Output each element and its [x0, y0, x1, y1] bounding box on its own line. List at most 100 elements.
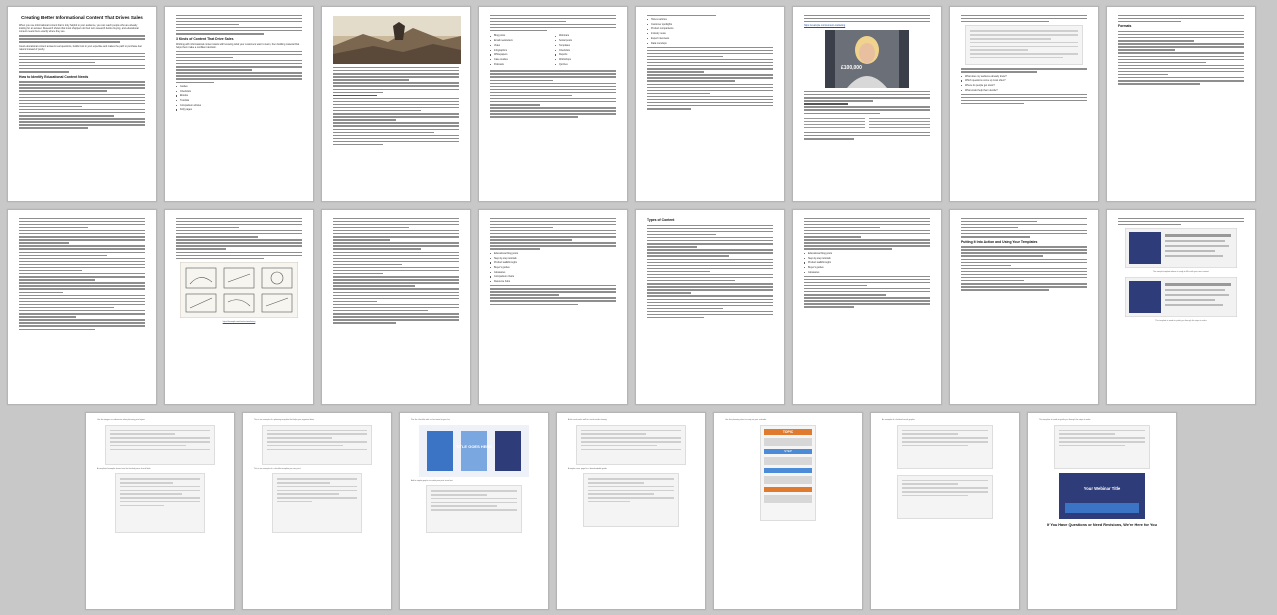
list-item: Glossaries [804, 271, 930, 274]
book-title-text: TITLE GOES HERE [455, 443, 492, 449]
list-item: Step-by-step tutorials [490, 257, 616, 260]
sub-paragraph: Good educational content answers real qu… [19, 44, 142, 51]
list-item: Product walkthroughs [490, 261, 616, 264]
portrait-video-thumbnail [825, 30, 909, 89]
book-covers-graphic [419, 424, 529, 477]
document-page-16: The sample template above is ready to fi… [1106, 209, 1256, 405]
infographic-header: TOPIC [764, 428, 812, 435]
document-page-19: Pair the checklist with a short email to… [399, 412, 549, 610]
list-item: FAQ pages [176, 108, 302, 111]
list-item: Buyer's guides [490, 266, 616, 269]
section-heading: Types of Content [647, 218, 675, 222]
section-heading: Putting It Into Action and Using Your Te… [961, 239, 1038, 244]
section-heading: Formats [1118, 24, 1132, 29]
document-page-11 [321, 209, 471, 405]
image-caption: https://example.com/content-marketing [176, 321, 302, 324]
infographic-graphic: TOPIC STEP [760, 424, 816, 521]
list-item: Resource hubs [490, 280, 616, 283]
template-thumbnail [1125, 228, 1237, 269]
reference-link[interactable]: https://example.com/content-marketing [804, 24, 845, 27]
list-item: Case studies [490, 58, 551, 61]
source-link[interactable]: https://example.com/content-marketing [223, 321, 256, 323]
list-item: Educational blog posts [804, 252, 930, 255]
list-item: Ebooks [176, 94, 302, 97]
document-page-21: Use this planning sheet to map out your … [713, 412, 863, 610]
template-page-thumbnail [583, 473, 679, 527]
list-item: Templates [555, 44, 616, 47]
document-page-18: This is an example of a planning templat… [242, 412, 392, 610]
document-page-7: What does my audience already know? Whic… [949, 6, 1099, 202]
list-item: Email newsletters [490, 39, 551, 42]
price-badge: £100,000 [841, 65, 862, 71]
list-item: Tutorials [176, 99, 302, 102]
image-caption: Pair the checklist with a short email to… [411, 419, 451, 421]
list-item: Industry news [647, 32, 773, 35]
document-page-12: Educational blog posts Step-by-step tuto… [478, 209, 628, 405]
image-caption: A title card works well for social media… [568, 419, 608, 421]
document-page-13: Types of Content [635, 209, 785, 405]
document-page-15: Putting It Into Action and Using Your Te… [949, 209, 1099, 405]
list-item: Step-by-step tutorials [804, 257, 930, 260]
list-item: Which questions come up most often? [961, 79, 1087, 82]
document-page-22: An example of a finished social graphic. [870, 412, 1020, 610]
image-caption: Add a simple graphic to make your post s… [411, 479, 454, 482]
document-page-17: Use the images as references when planni… [85, 412, 235, 610]
section-heading: 3 Kinds of Content That Drive Sales [176, 36, 234, 41]
embedded-screenshot [965, 25, 1083, 66]
template-page-thumbnail [426, 485, 522, 533]
document-page-8: Formats [1106, 6, 1256, 202]
template-page-thumbnail [576, 424, 686, 465]
template-page-thumbnail [272, 473, 362, 533]
template-page-thumbnail [897, 474, 993, 519]
image-caption: The sample template above is ready to fi… [1152, 271, 1210, 274]
image-caption: This is an example of a checklist templa… [254, 467, 301, 470]
list-item: Educational blog posts [490, 252, 616, 255]
template-page-thumbnail [262, 424, 372, 465]
document-page-14: Educational blog posts Step-by-step tuto… [792, 209, 942, 405]
intro-paragraph: When you use informational content that … [19, 24, 139, 34]
template-page-thumbnail [897, 424, 993, 469]
document-page-20: A title card works well for social media… [556, 412, 706, 610]
document-page-2: 3 Kinds of Content That Drive Sales Work… [164, 6, 314, 202]
document-page-6: https://example.com/content-marketing £1… [792, 6, 942, 202]
list-item: Guides [176, 85, 302, 88]
list-item: Where do people get stuck? [961, 84, 1087, 87]
document-page-3 [321, 6, 471, 202]
image-caption: Use the images as references when planni… [97, 419, 146, 421]
image-caption: This is an example of a planning templat… [254, 419, 315, 421]
webinar-cover-graphic [1059, 472, 1145, 519]
document-page-4: Blog posts Email newsletters Video Infog… [478, 6, 628, 202]
document-page-23: This template is made to guide you throu… [1027, 412, 1177, 610]
infographic-row: STEP [764, 448, 812, 454]
list-item: Podcasts [490, 63, 551, 66]
list-item: What does my audience already know? [961, 75, 1087, 78]
list-item: Webinars [555, 34, 616, 37]
list-item: Checklists [555, 49, 616, 52]
template-thumbnail [1125, 276, 1237, 317]
document-page-1: Creating Better Informational Content Th… [7, 6, 157, 202]
image-caption: An example of a finished social graphic. [882, 419, 916, 421]
list-item: How-to articles [647, 18, 773, 21]
landscape-photo [333, 16, 461, 64]
list-item: Social posts [555, 39, 616, 42]
list-item: Infographics [490, 49, 551, 52]
list-item: Blog posts [490, 34, 551, 37]
image-caption: A simple cover page for a downloadable g… [568, 467, 608, 470]
document-page-10: https://example.com/content-marketing [164, 209, 314, 405]
webinar-cover-title: Your Webinar Title [1083, 485, 1121, 491]
image-caption: This template is made to guide you throu… [1039, 419, 1091, 421]
section-heading: How to Identify Educational Content Need… [19, 74, 89, 79]
document-page-5: How-to articles Customer spotlights Prod… [635, 6, 785, 202]
closing-heading: If You Have Questions or Need Revisions,… [1047, 522, 1157, 527]
template-page-thumbnail [115, 473, 205, 533]
document-page-9 [7, 209, 157, 405]
lead-paragraph: Working with informational content start… [176, 42, 300, 49]
list-item: Comparison charts [490, 275, 616, 278]
list-item: Data roundups [647, 42, 773, 45]
list-item: Product walkthroughs [804, 261, 930, 264]
list-item: Product comparisons [647, 27, 773, 30]
list-item: Video [490, 44, 551, 47]
image-caption: Use this planning sheet to map out your … [725, 419, 767, 421]
list-item: Checklists [176, 90, 302, 93]
list-item: Expert interviews [647, 37, 773, 40]
